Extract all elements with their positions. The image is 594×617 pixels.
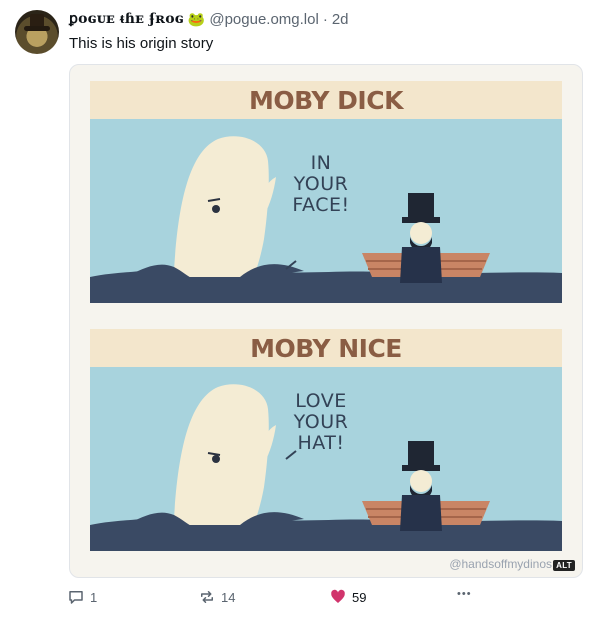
post-actions: 1 14 59 ••• [67,588,487,608]
more-button[interactable]: ••• [457,588,472,600]
like-button[interactable]: 59 [329,588,366,606]
post-header: ꝑoɢᴜᴇ ᵵɦᴇ ʄʀoɢ 🐸 @pogue.omg.lol · 2d [69,11,349,28]
reply-button[interactable]: 1 [67,588,97,606]
panel-1-speech: IN YOUR FACE! [286,153,356,216]
reply-icon [69,591,83,604]
post-text: This is his origin story [69,35,214,52]
panel-2-speech-line: HAT! [297,432,345,454]
panel-2-speech: LOVE YOUR HAT! [286,391,356,454]
panel-1-speech-line: FACE! [292,194,350,216]
repost-button[interactable]: 14 [198,588,235,606]
more-icon: ••• [457,588,472,600]
comic-panel-1: MOBY DICK IN YOUR FACE! [90,81,562,303]
panel-1-speech-line: YOUR [293,173,349,195]
image-credit: @handsoffmydinos [449,557,552,571]
post-timestamp[interactable]: 2d [332,11,349,28]
author-handle[interactable]: @pogue.omg.lol [209,11,318,28]
frog-emoji-icon: 🐸 [187,11,206,27]
author-name[interactable]: ꝑoɢᴜᴇ ᵵɦᴇ ʄʀoɢ [69,11,184,28]
panel-1-speech-line: IN [310,152,332,174]
alt-text-badge[interactable]: ALT [553,560,575,571]
post-image[interactable]: MOBY DICK IN YOUR FACE! MOBY NICE LOVE Y… [69,64,583,578]
like-count: 59 [352,589,367,605]
avatar-hat-brim [24,26,50,31]
panel-2-speech-line: YOUR [293,411,349,433]
comic-panel-2: MOBY NICE LOVE YOUR HAT! [90,329,562,551]
repost-icon [201,591,213,603]
reply-count: 1 [90,589,98,605]
avatar[interactable] [15,10,59,54]
panel-2-speech-line: LOVE [295,390,347,412]
heart-icon [331,589,345,603]
repost-count: 14 [221,589,236,605]
separator-dot: · [322,11,328,28]
